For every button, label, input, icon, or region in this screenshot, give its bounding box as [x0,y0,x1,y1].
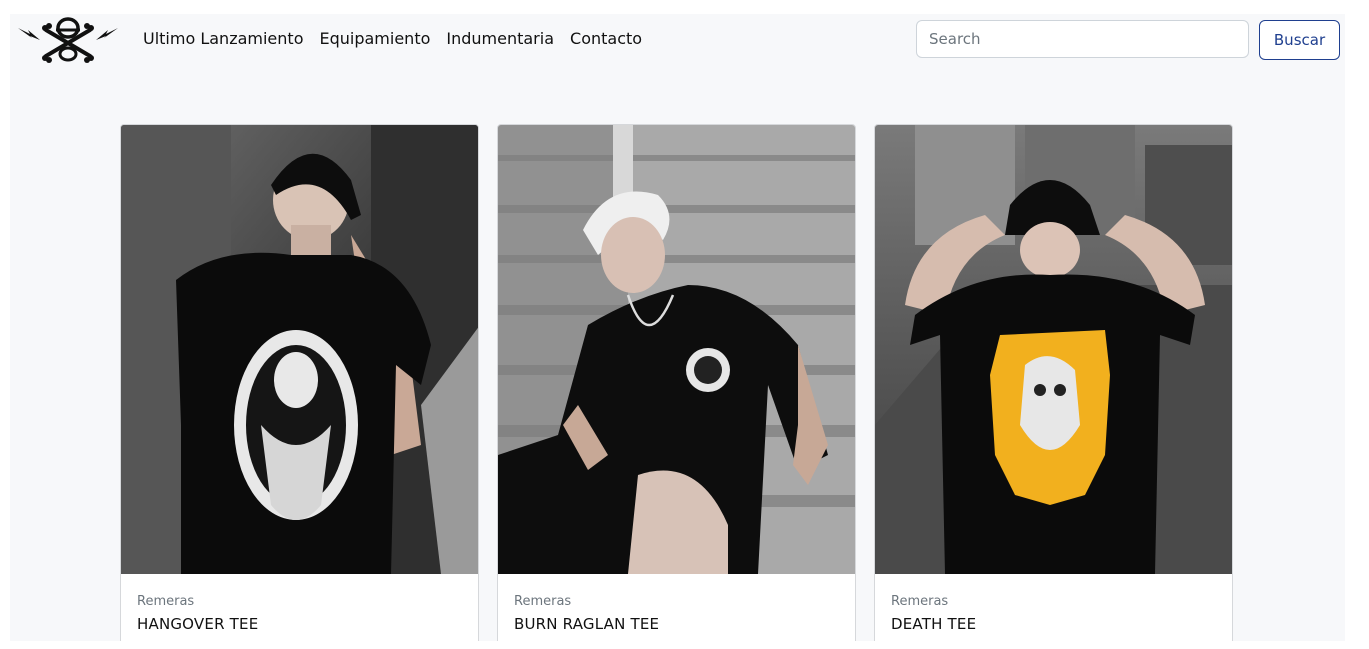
product-image[interactable] [121,125,478,574]
product-image[interactable] [498,125,855,574]
product-card[interactable]: Remeras HANGOVER TEE [120,124,479,641]
product-title[interactable]: HANGOVER TEE [137,615,258,633]
product-title[interactable]: BURN RAGLAN TEE [514,615,659,633]
search-button[interactable]: Buscar [1259,20,1340,60]
product-card[interactable]: Remeras DEATH TEE [874,124,1233,641]
nav-link-contacto[interactable]: Contacto [570,29,642,48]
nav-link-equipamiento[interactable]: Equipamiento [319,29,430,48]
brand-logo[interactable] [16,16,120,64]
card-body: Remeras DEATH TEE [891,594,976,633]
product-category: Remeras [891,594,949,609]
nav-links: Ultimo Lanzamiento Equipamiento Indument… [143,29,642,48]
nav-link-indumentaria[interactable]: Indumentaria [446,29,554,48]
product-image[interactable] [875,125,1232,574]
page-frame: Ultimo Lanzamiento Equipamiento Indument… [10,14,1345,641]
brand-logo-icon [18,17,118,63]
card-body: Remeras HANGOVER TEE [137,594,258,633]
card-body: Remeras BURN RAGLAN TEE [514,594,659,633]
navbar: Ultimo Lanzamiento Equipamiento Indument… [10,14,1345,66]
product-card[interactable]: Remeras BURN RAGLAN TEE [497,124,856,641]
product-category: Remeras [137,594,195,609]
product-category: Remeras [514,594,572,609]
product-title[interactable]: DEATH TEE [891,615,976,633]
nav-link-ultimo-lanzamiento[interactable]: Ultimo Lanzamiento [143,29,303,48]
search-input[interactable] [916,20,1249,58]
